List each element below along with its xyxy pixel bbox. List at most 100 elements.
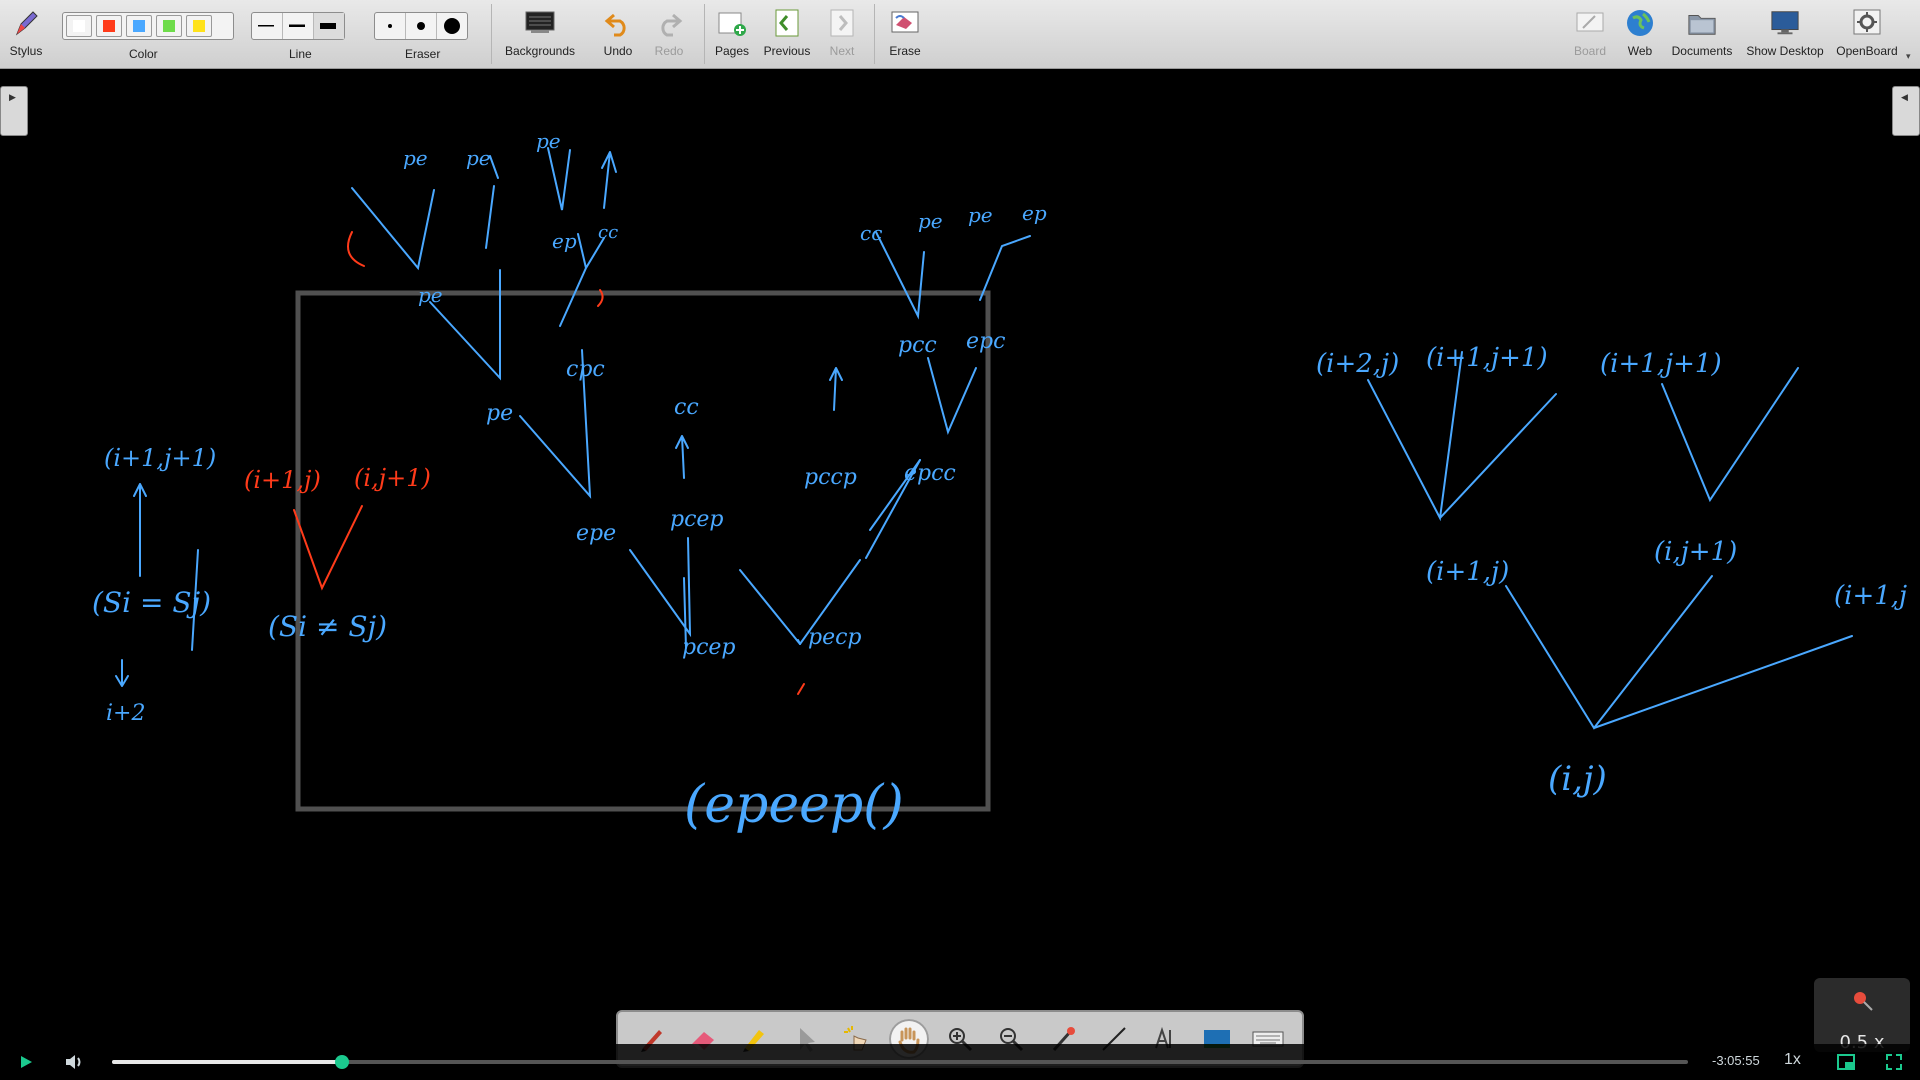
seek-handle[interactable]	[335, 1055, 350, 1069]
color-swatch-white[interactable]	[66, 15, 92, 37]
handwritten-node: pe	[536, 129, 561, 153]
eraser-small[interactable]	[375, 13, 406, 39]
playback-speed-button[interactable]: 1x	[1784, 1051, 1801, 1069]
line-label: Line	[289, 47, 312, 61]
backgrounds-button[interactable]: Backgrounds	[500, 0, 580, 68]
next-page-button[interactable]: Next	[822, 0, 862, 68]
handwritten-node: pe	[403, 146, 428, 170]
line-thick[interactable]	[314, 13, 344, 39]
seek-bar[interactable]	[112, 1055, 1688, 1069]
time-remaining: -3:05:55	[1712, 1053, 1760, 1068]
handwritten-node: ep	[1022, 201, 1047, 225]
openboard-menu-button[interactable]: OpenBoard	[1834, 0, 1900, 68]
pages-button[interactable]: Pages	[712, 0, 752, 68]
handwritten-node: cc	[860, 221, 882, 245]
play-icon[interactable]	[18, 1054, 34, 1070]
handwritten-left-rule: i+2	[106, 701, 145, 726]
handwritten-node: cc	[674, 395, 699, 420]
right-panel-toggle[interactable]: ◀	[1892, 86, 1920, 136]
color-label: Color	[129, 47, 158, 61]
handwritten-node: pe	[466, 146, 491, 170]
handwritten-node: pe	[968, 203, 993, 227]
eraser-size-selector[interactable]	[374, 12, 468, 40]
add-page-icon	[717, 8, 747, 38]
handwritten-right-tree: (i,j)	[1548, 759, 1607, 799]
handwritten-node: pcep	[682, 635, 736, 660]
handwritten-right-tree: (i+1,j)	[1426, 557, 1509, 587]
toolbar-separator	[874, 4, 875, 64]
eraser-large[interactable]	[437, 13, 467, 39]
undo-icon	[603, 8, 633, 38]
toolbar-separator	[491, 4, 492, 64]
eraser-label: Eraser	[405, 47, 441, 61]
color-swatch-blue[interactable]	[126, 15, 152, 37]
handwritten-left-rule: (Si = Sj)	[92, 586, 211, 619]
handwritten-node: cpc	[566, 357, 605, 382]
handwritten-node: pcc	[898, 333, 937, 358]
handwritten-node: ep	[552, 229, 577, 253]
stylus-icon	[11, 8, 41, 38]
handwritten-left-rule-red: (i,j+1)	[354, 464, 431, 492]
redo-icon	[654, 8, 684, 38]
undo-button[interactable]: Undo	[598, 0, 638, 68]
handwritten-node: epcc	[904, 461, 956, 486]
eraser-medium[interactable]	[406, 13, 437, 39]
web-button[interactable]: Web	[1622, 0, 1658, 68]
main-toolbar: Stylus Color Line Eraser Backgrounds Und…	[0, 0, 1920, 69]
handwritten-right-tree: (i+2,j)	[1316, 349, 1399, 379]
chevron-down-icon[interactable]: ▾	[1906, 52, 1911, 62]
volume-icon[interactable]	[64, 1053, 84, 1071]
handwritten-right-tree: (i+1,j+1)	[1426, 343, 1548, 373]
handwriting-canvas: pe pe pe cc pe ep pe cpc cc epe pcep pcc…	[92, 129, 1907, 835]
line-medium[interactable]	[283, 13, 314, 39]
handwritten-result: (epeep()	[684, 775, 904, 835]
board-icon	[1575, 8, 1605, 38]
fullscreen-icon[interactable]	[1884, 1052, 1904, 1072]
show-desktop-button[interactable]: Show Desktop	[1744, 0, 1826, 68]
handwritten-node: cc	[598, 222, 618, 243]
seek-bar-progress	[112, 1060, 343, 1064]
line-width-selector[interactable]	[251, 12, 345, 40]
handwritten-left-rule: (Si ≠ Sj)	[268, 610, 387, 643]
color-swatch-red[interactable]	[96, 15, 122, 37]
erase-board-button[interactable]: Erase	[884, 0, 926, 68]
frame-rectangle	[295, 290, 991, 812]
handwritten-right-tree: (i,j+1)	[1654, 537, 1737, 567]
next-page-icon	[827, 8, 857, 38]
video-player-bar: -3:05:55 1x	[0, 1044, 1920, 1080]
previous-page-icon	[772, 8, 802, 38]
erase-board-icon	[890, 8, 920, 38]
handwritten-right-tree: (i+1,j+1)	[1600, 349, 1722, 379]
handwritten-left-rule: (i+1,j+1)	[104, 444, 216, 472]
handwritten-left-rule-red: (i+1,j)	[244, 466, 321, 494]
desktop-icon	[1770, 8, 1800, 38]
color-swatch-yellow[interactable]	[186, 15, 212, 37]
previous-page-button[interactable]: Previous	[763, 0, 811, 68]
handwritten-node: pccp	[804, 465, 857, 490]
handwritten-right-tree: (i+1,j	[1834, 581, 1907, 611]
stylus-button[interactable]: Stylus	[6, 0, 46, 68]
folder-icon	[1687, 8, 1717, 38]
color-palette[interactable]	[62, 12, 234, 40]
chevron-right-icon: ▶	[9, 93, 16, 103]
backgrounds-icon	[525, 8, 555, 38]
gear-icon	[1852, 8, 1882, 38]
handwritten-node: pe	[918, 209, 943, 233]
board-mode-button[interactable]: Board	[1570, 0, 1610, 68]
toolbar-separator	[704, 4, 705, 64]
documents-button[interactable]: Documents	[1669, 0, 1735, 68]
color-swatch-green[interactable]	[156, 15, 182, 37]
handwritten-node: epe	[576, 521, 616, 546]
handwritten-node: pe	[418, 283, 443, 307]
magnifier-icon	[1854, 992, 1873, 1011]
handwritten-node: epc	[966, 329, 1005, 354]
line-thin[interactable]	[252, 13, 283, 39]
drawing-board[interactable]: pe pe pe cc pe ep pe cpc cc epe pcep pcc…	[0, 69, 1920, 1044]
handwritten-node: pecp	[808, 625, 862, 650]
redo-button[interactable]: Redo	[649, 0, 689, 68]
zoom-level-widget[interactable]: 0.5 x	[1814, 978, 1910, 1053]
left-panel-toggle[interactable]: ▶	[0, 86, 28, 136]
globe-icon	[1625, 8, 1655, 38]
picture-in-picture-icon[interactable]	[1836, 1052, 1856, 1072]
handwritten-node: pcep	[670, 507, 724, 532]
